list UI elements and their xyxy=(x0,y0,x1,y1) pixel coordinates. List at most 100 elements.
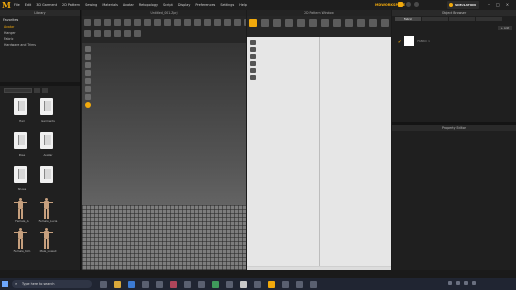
trace-icon[interactable] xyxy=(333,19,341,27)
library-item-avatar[interactable]: Avatar xyxy=(34,132,62,162)
edit-pattern-icon[interactable] xyxy=(261,19,269,27)
reset-icon[interactable] xyxy=(134,30,141,37)
check-sewing-icon[interactable] xyxy=(369,19,377,27)
tab-buttonhole[interactable] xyxy=(449,17,475,21)
library-item-pose[interactable]: Pose xyxy=(8,132,36,162)
library-item-avatar-female-kim[interactable]: Female_Kim xyxy=(8,228,36,258)
button-tool-icon[interactable] xyxy=(194,19,201,26)
move-icon[interactable] xyxy=(94,19,101,26)
free-sewing-icon[interactable] xyxy=(357,19,365,27)
menu-help[interactable]: Help xyxy=(239,3,247,7)
tab-topstitch[interactable] xyxy=(476,17,502,21)
internal-polygon-icon[interactable] xyxy=(309,19,317,27)
menu-file[interactable]: File xyxy=(14,3,20,7)
arrangement-icon[interactable] xyxy=(104,30,111,37)
grid-toggle-icon[interactable] xyxy=(250,47,256,52)
list-view-icon[interactable] xyxy=(34,88,40,93)
menu-sewing[interactable]: Sewing xyxy=(85,3,97,7)
measure-avatar-icon[interactable] xyxy=(114,30,121,37)
view-mode-icon[interactable] xyxy=(85,46,91,52)
minimize-icon[interactable]: – xyxy=(488,2,490,7)
rectangle-icon[interactable] xyxy=(285,19,293,27)
edit-texture-icon[interactable] xyxy=(381,19,389,27)
file-explorer-icon[interactable] xyxy=(114,281,121,288)
dart-icon[interactable] xyxy=(321,19,329,27)
library-item-avatar-female-a[interactable]: Female_A xyxy=(8,198,36,228)
trim-icon[interactable] xyxy=(214,19,221,26)
pattern-view-icon[interactable] xyxy=(250,40,256,45)
tab-fabric[interactable]: Fabric xyxy=(395,17,421,21)
menu-3d-garment[interactable]: 3D Garment xyxy=(36,3,57,7)
segment-sewing-icon[interactable] xyxy=(345,19,353,27)
library-item-avatar-male-lowell[interactable]: Male_Lowell xyxy=(34,228,62,258)
measure-icon[interactable] xyxy=(164,19,171,26)
puckering-icon[interactable] xyxy=(234,19,241,26)
close-icon[interactable]: × xyxy=(506,2,509,7)
sun-light-icon[interactable] xyxy=(85,102,91,108)
tray-chevron-icon[interactable] xyxy=(448,281,452,285)
fold-icon[interactable] xyxy=(104,19,111,26)
2d-pattern-viewport[interactable]: 2D Pattern Window xyxy=(247,10,391,270)
xray-icon[interactable] xyxy=(85,70,91,76)
library-divider[interactable] xyxy=(0,82,80,86)
avatar-visibility-icon[interactable] xyxy=(85,62,91,68)
app-icon[interactable] xyxy=(296,281,303,288)
task-view-icon[interactable] xyxy=(100,281,107,288)
app-icon[interactable] xyxy=(310,281,317,288)
menu-preferences[interactable]: Preferences xyxy=(195,3,215,7)
pleat-icon[interactable] xyxy=(144,19,151,26)
select-icon[interactable] xyxy=(84,19,91,26)
volume-icon[interactable] xyxy=(464,281,468,285)
library-item-hair[interactable]: Hair xyxy=(8,98,36,128)
grid-view-icon[interactable] xyxy=(42,88,48,93)
app-icon[interactable] xyxy=(184,281,191,288)
marvelous-designer-icon[interactable] xyxy=(268,281,275,288)
user-icon[interactable] xyxy=(414,2,419,7)
tack-icon[interactable] xyxy=(124,19,131,26)
fitting-icon[interactable] xyxy=(124,30,131,37)
menu-display[interactable]: Display xyxy=(178,3,191,7)
network-icon[interactable] xyxy=(456,281,460,285)
menu-avatar[interactable]: Avatar xyxy=(123,3,134,7)
sew-icon[interactable] xyxy=(134,19,141,26)
app-icon[interactable] xyxy=(226,281,233,288)
strengthen-icon[interactable] xyxy=(84,30,91,37)
texture-mode-icon[interactable] xyxy=(85,54,91,60)
polygon-icon[interactable] xyxy=(273,19,281,27)
seam-allowance-icon[interactable] xyxy=(250,61,256,66)
app-icon[interactable] xyxy=(282,281,289,288)
fabric-grain-icon[interactable] xyxy=(250,68,256,73)
browser-icon[interactable] xyxy=(128,281,135,288)
library-item-avatar-female-lucia[interactable]: Female_Lucia xyxy=(34,198,62,228)
app-icon[interactable] xyxy=(170,281,177,288)
camera-view-icon[interactable] xyxy=(184,19,191,26)
fabric-list-item[interactable]: ✔ FABRIC 1 xyxy=(398,36,430,46)
app-icon[interactable] xyxy=(254,281,261,288)
brush-icon[interactable] xyxy=(174,19,181,26)
arrangement-points-icon[interactable] xyxy=(85,94,91,100)
pin-icon[interactable] xyxy=(114,19,121,26)
zipper-icon[interactable] xyxy=(204,19,211,26)
library-item-garments[interactable]: Garments xyxy=(34,98,62,128)
library-item-folder[interactable] xyxy=(34,166,62,196)
skeleton-icon[interactable] xyxy=(85,86,91,92)
simulation-button[interactable]: SIMULATION xyxy=(447,1,479,9)
library-item-shoes[interactable]: Shoes xyxy=(8,166,36,196)
favorites-header[interactable]: Favorites xyxy=(0,16,80,24)
menu-edit[interactable]: Edit xyxy=(25,3,32,7)
favorite-hardware-trims[interactable]: Hardware and Trims xyxy=(0,42,80,48)
menu-materials[interactable]: Materials xyxy=(102,3,118,7)
flatten-icon[interactable] xyxy=(94,30,101,37)
app-icon[interactable] xyxy=(212,281,219,288)
app-icon[interactable] xyxy=(156,281,163,288)
transform-pattern-icon[interactable] xyxy=(249,19,257,27)
language-icon[interactable] xyxy=(472,281,476,285)
zoom-icon[interactable] xyxy=(250,54,256,59)
topstitch-icon[interactable] xyxy=(224,19,231,26)
taskbar-search[interactable]: ⌕ Type here to search xyxy=(12,280,92,288)
maximize-icon[interactable]: □ xyxy=(496,2,500,7)
app-icon[interactable] xyxy=(240,281,247,288)
windows-start-icon[interactable] xyxy=(2,281,8,287)
settings-icon[interactable] xyxy=(406,2,411,7)
graphic-icon[interactable] xyxy=(244,19,246,26)
